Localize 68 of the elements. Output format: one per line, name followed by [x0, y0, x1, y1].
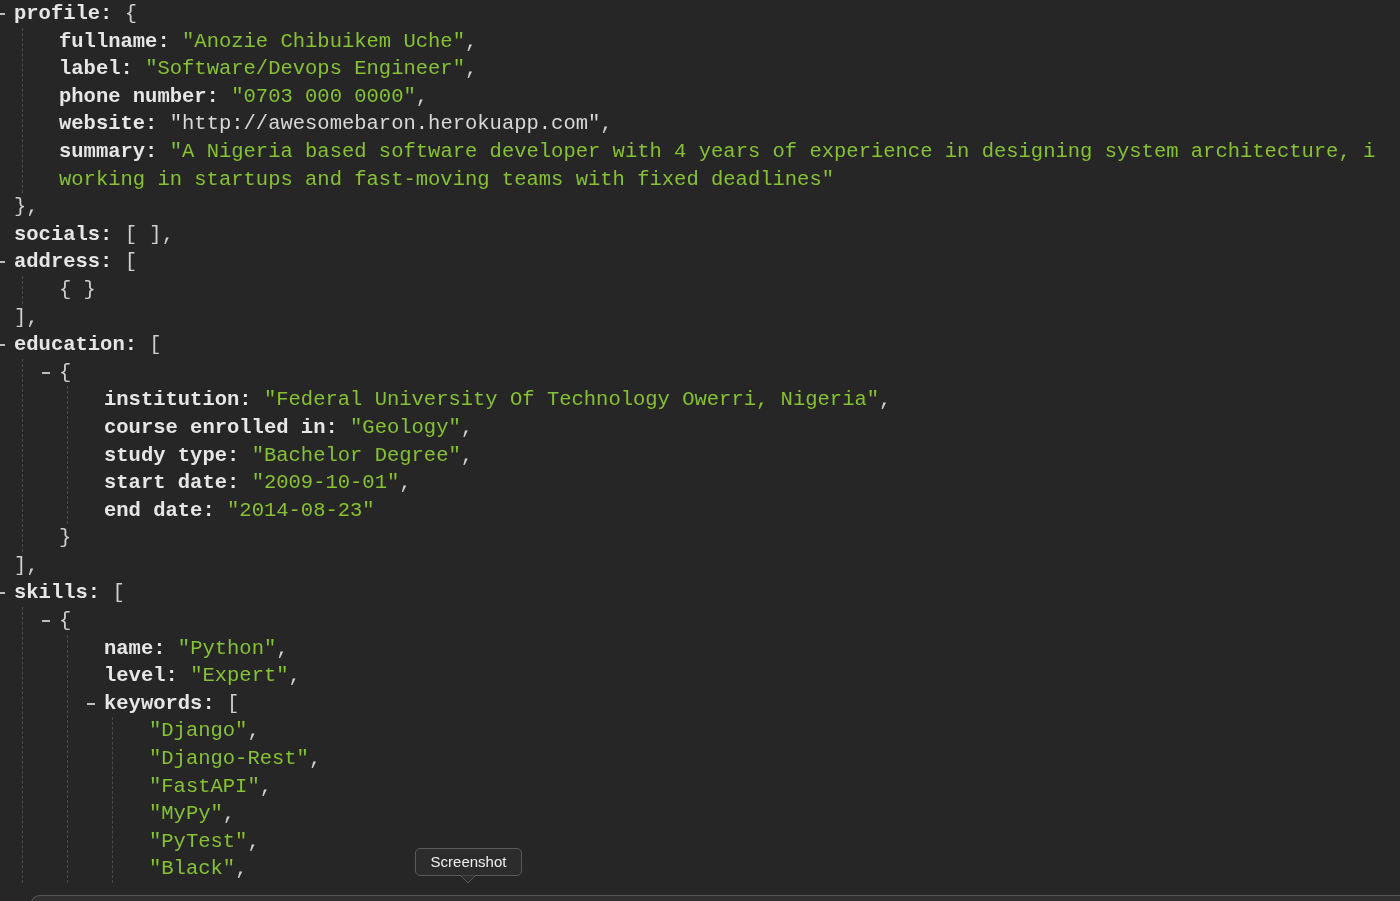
json-punctuation: ,	[465, 29, 478, 53]
json-value: "Python"	[177, 636, 277, 660]
json-bracket: },	[14, 195, 39, 219]
json-bracket: [	[227, 691, 240, 715]
json-value: "2014-08-23"	[227, 498, 375, 522]
json-value: "Expert"	[190, 664, 289, 688]
json-key: phone number:	[59, 84, 219, 108]
json-value: "Anozie Chibuikem Uche"	[182, 29, 465, 53]
json-punctuation: ,	[879, 388, 892, 412]
json-punctuation: ,	[222, 802, 236, 826]
json-value: "Federal University Of Technology Owerri, Nigeria"	[263, 388, 880, 412]
json-key: name:	[104, 636, 166, 660]
json-bracket: [	[112, 581, 125, 605]
json-value: "FastAPI"	[149, 774, 260, 798]
json-bracket: {	[124, 2, 138, 25]
json-key: website:	[59, 112, 158, 136]
json-bracket: {	[59, 609, 72, 633]
json-key: course enrolled in:	[104, 415, 338, 439]
json-punctuation: ,	[460, 415, 474, 439]
json-punctuation: ,	[235, 857, 248, 881]
json-key: address:	[14, 250, 113, 274]
json-bracket: [	[149, 333, 162, 357]
json-value: "0703 000 0000"	[231, 84, 416, 108]
json-punctuation: ,	[460, 443, 474, 467]
json-value: [ ]	[124, 222, 162, 246]
json-value: { }	[59, 277, 96, 301]
json-value-line: working in startups and fast-moving teams with fixed deadlines"	[59, 167, 835, 191]
json-bracket: ],	[14, 305, 39, 329]
json-key: profile:	[14, 2, 113, 25]
json-value: "Django-Rest"	[149, 747, 309, 771]
json-punctuation: ,	[259, 774, 273, 798]
json-value: "Black"	[149, 857, 236, 881]
json-punctuation: ,	[399, 471, 412, 495]
json-value: "2009-10-01"	[251, 471, 400, 495]
json-bracket: [	[124, 250, 138, 274]
json-key: summary:	[59, 139, 158, 163]
json-value: "MyPy"	[149, 802, 223, 826]
json-bracket: ],	[14, 553, 39, 577]
json-punctuation: ,	[247, 719, 260, 743]
json-value: "PyTest"	[149, 829, 248, 853]
json-value-line: "A Nigeria based software developer with 4 years of experience in designing system architecture, i	[169, 139, 1376, 163]
json-bracket: }	[59, 526, 72, 550]
json-punctuation: ,	[288, 664, 301, 688]
json-value: "Bachelor Degree"	[251, 443, 461, 467]
json-bracket: {	[59, 360, 72, 384]
json-key: level:	[104, 664, 178, 688]
json-punctuation: ,	[415, 84, 429, 108]
json-key: education:	[14, 333, 138, 357]
json-value: "Django"	[149, 719, 248, 743]
json-value: "Geology"	[350, 415, 461, 439]
json-key: institution:	[104, 388, 252, 412]
json-punctuation: ,	[247, 829, 260, 853]
json-punctuation: ,	[308, 747, 322, 771]
tooltip-pointer-icon	[460, 875, 476, 884]
json-punctuation: ,	[161, 222, 174, 246]
json-key: keywords:	[104, 691, 215, 715]
json-key: label:	[59, 57, 133, 81]
json-key: study type:	[104, 443, 240, 467]
json-key: fullname:	[59, 29, 170, 53]
json-value: "http://awesomebaron.herokuapp.com"	[169, 112, 601, 136]
json-key: skills:	[14, 581, 101, 605]
json-value: "Software/Devops Engineer"	[145, 57, 465, 81]
json-key: end date:	[104, 498, 215, 522]
json-key: socials:	[14, 222, 113, 246]
json-key: start date:	[104, 471, 240, 495]
json-punctuation: ,	[600, 112, 613, 136]
json-punctuation: ,	[465, 57, 478, 81]
json-punctuation: ,	[276, 636, 289, 660]
